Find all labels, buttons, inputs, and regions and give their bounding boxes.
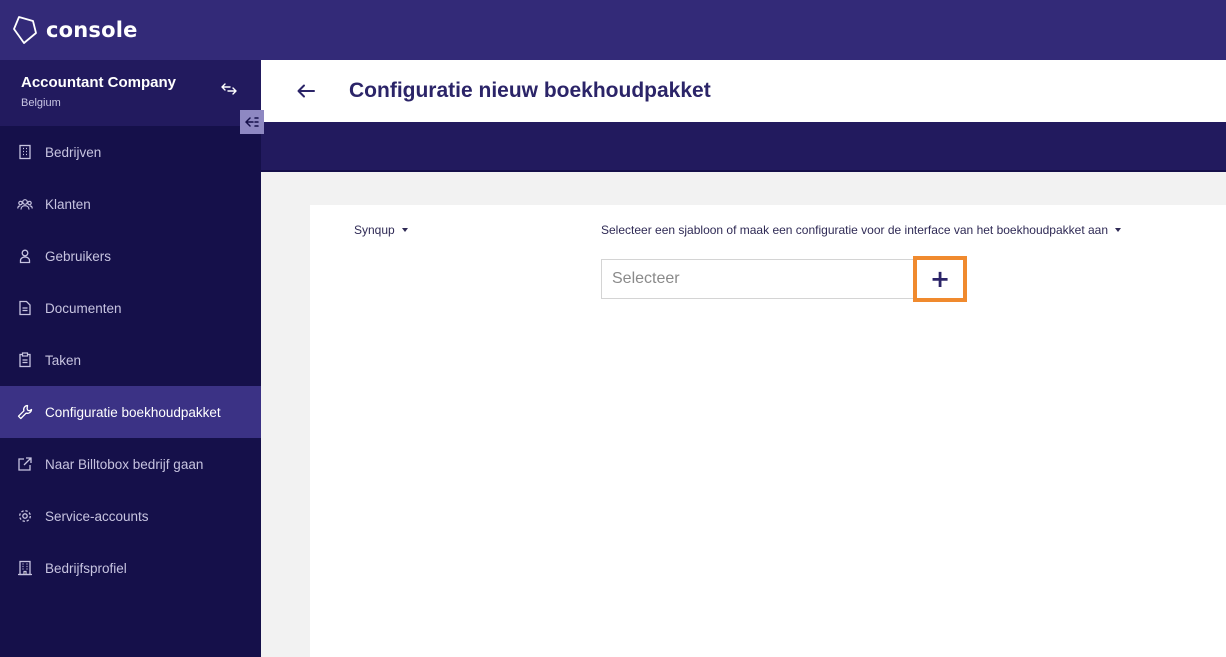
user-icon — [17, 248, 33, 264]
template-dropdown[interactable]: Selecteer een sjabloon of maak een confi… — [601, 223, 1122, 237]
sidebar-item-label: Bedrijfsprofiel — [45, 560, 127, 576]
arrow-left-icon — [297, 84, 315, 98]
collapse-sidebar-button[interactable] — [240, 110, 264, 134]
sidebar-item-bedrijfsprofiel[interactable]: Bedrijfsprofiel — [0, 542, 261, 594]
back-button[interactable] — [295, 80, 317, 102]
sidebar-item-label: Configuratie boekhoudpakket — [45, 404, 221, 420]
package-dropdown[interactable]: Synqup — [354, 223, 408, 237]
sidebar: Accountant Company Belgium Bedrijven Kla… — [0, 60, 264, 657]
sidebar-item-label: Documenten — [45, 300, 122, 316]
sidebar-item-documenten[interactable]: Documenten — [0, 282, 261, 334]
sidebar-item-label: Bedrijven — [45, 144, 102, 160]
sidebar-item-bedrijven[interactable]: Bedrijven — [0, 126, 261, 178]
sidebar-item-taken[interactable]: Taken — [0, 334, 261, 386]
clipboard-icon — [17, 352, 33, 368]
users-icon — [17, 196, 33, 212]
sidebar-item-label: Taken — [45, 352, 82, 368]
sidebar-item-gebruikers[interactable]: Gebruikers — [0, 230, 261, 282]
template-dropdown-label: Selecteer een sjabloon of maak een confi… — [601, 223, 1109, 237]
sidebar-item-service-accounts[interactable]: Service-accounts — [0, 490, 261, 542]
company-country: Belgium — [21, 97, 61, 109]
document-icon — [17, 300, 33, 316]
sidebar-item-klanten[interactable]: Klanten — [0, 178, 261, 230]
sidebar-item-label: Klanten — [45, 196, 91, 212]
logo-icon — [12, 15, 38, 45]
building-icon — [17, 144, 33, 160]
office-building-icon — [17, 560, 33, 576]
package-dropdown-label: Synqup — [354, 223, 395, 237]
config-card: Synqup Selecteer een sjabloon of maak ee… — [310, 205, 1226, 657]
wrench-icon — [17, 404, 33, 420]
sidebar-nav: Bedrijven Klanten Gebruikers Documenten … — [0, 126, 261, 594]
sub-header-bar — [261, 122, 1226, 172]
external-link-icon — [17, 456, 33, 472]
top-bar: console — [0, 0, 1226, 60]
collapse-icon — [245, 117, 259, 127]
add-configuration-button[interactable]: + — [913, 256, 967, 302]
page-header: Configuratie nieuw boekhoudpakket — [261, 60, 1226, 122]
switch-company-icon[interactable] — [220, 82, 238, 96]
sidebar-item-label: Service-accounts — [45, 508, 149, 524]
template-select-input[interactable] — [601, 259, 917, 299]
caret-down-icon — [401, 228, 408, 232]
sidebar-item-label: Gebruikers — [45, 248, 112, 264]
sidebar-item-naar-billtobox[interactable]: Naar Billtobox bedrijf gaan — [0, 438, 261, 490]
gear-icon — [17, 508, 33, 524]
caret-down-icon — [1115, 228, 1122, 232]
plus-icon: + — [929, 265, 951, 293]
page-title: Configuratie nieuw boekhoudpakket — [349, 79, 711, 102]
logo-text: console — [46, 18, 138, 42]
company-switcher: Accountant Company Belgium — [0, 60, 261, 126]
sidebar-item-label: Naar Billtobox bedrijf gaan — [45, 456, 204, 472]
sidebar-item-configuratie-boekhoudpakket[interactable]: Configuratie boekhoudpakket — [0, 386, 261, 438]
